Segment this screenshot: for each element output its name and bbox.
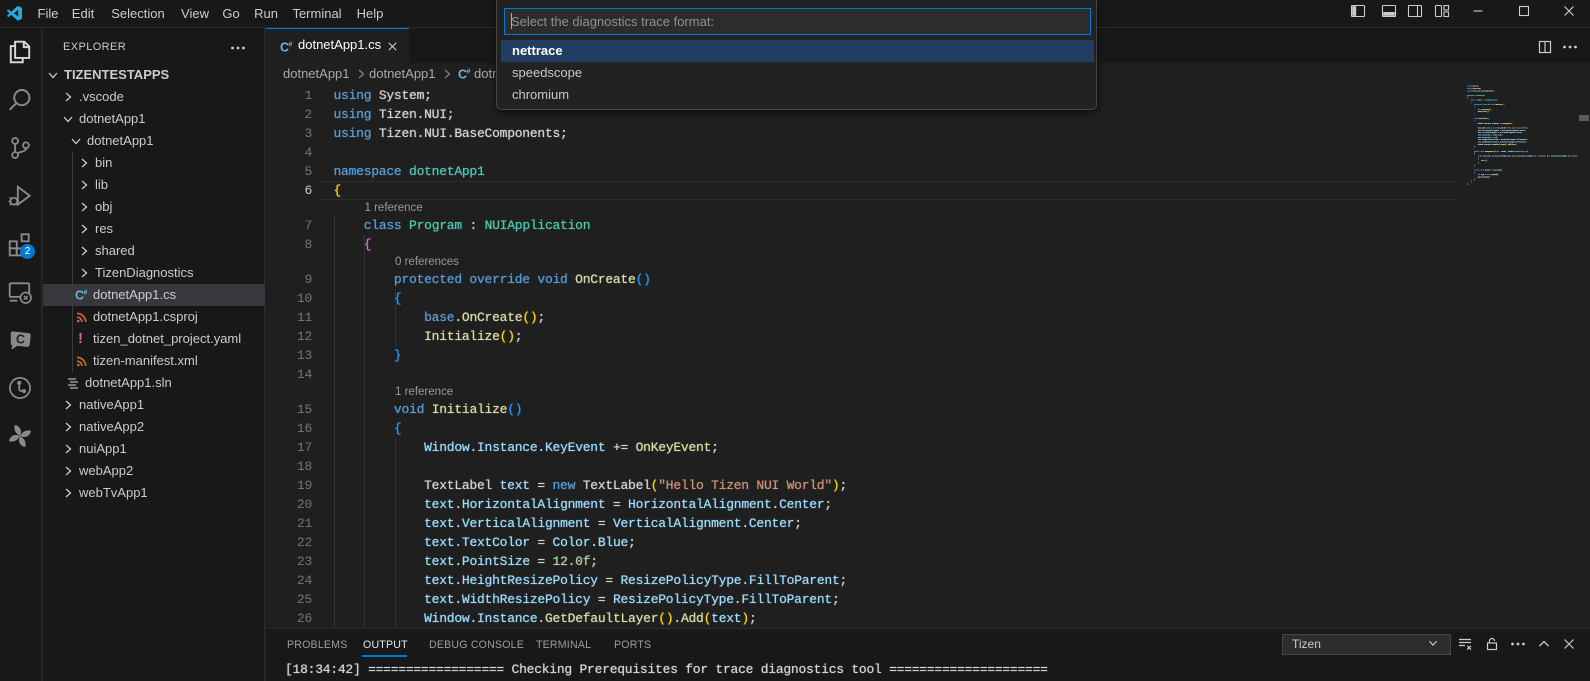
- svg-text:#: #: [289, 42, 293, 49]
- svg-text:#: #: [84, 290, 88, 297]
- svg-text:#: #: [467, 69, 471, 76]
- svg-text:C: C: [16, 333, 25, 347]
